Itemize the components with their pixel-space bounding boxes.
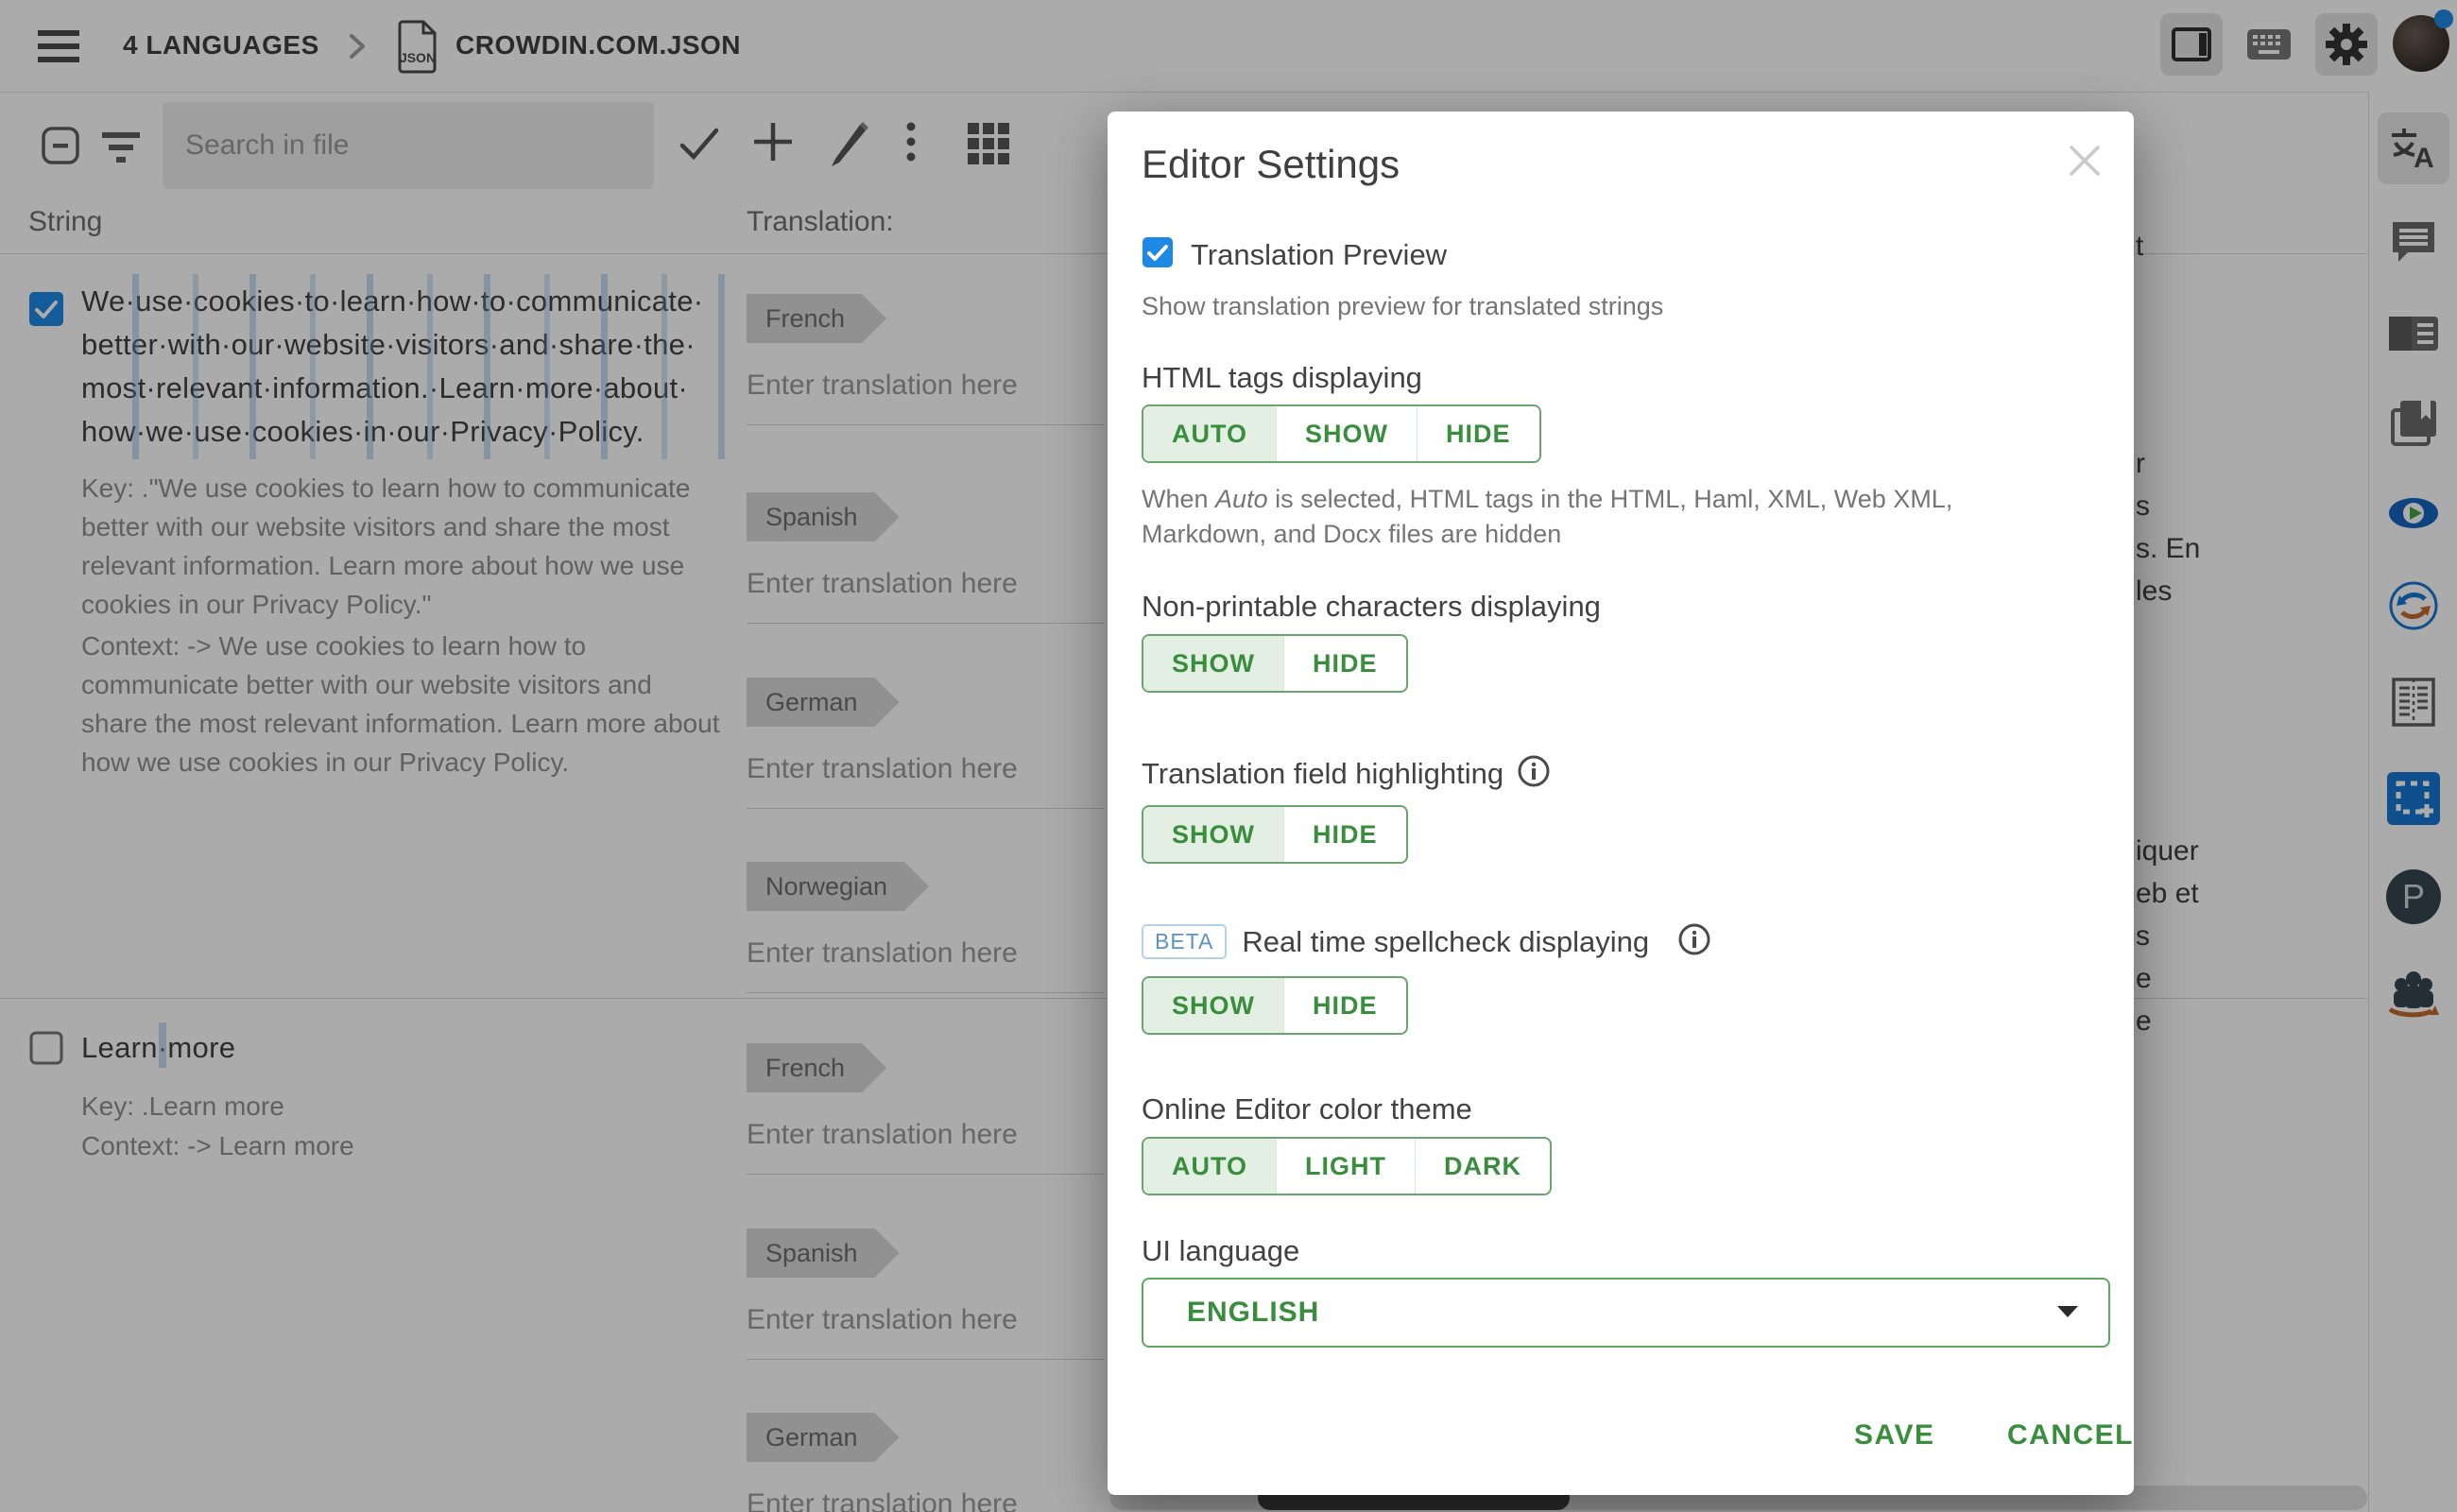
color-theme-segmented-control: AUTO LIGHT DARK	[1142, 1137, 1552, 1195]
segment-option[interactable]: HIDE	[1283, 636, 1406, 691]
beta-badge: BETA	[1142, 924, 1227, 959]
info-icon[interactable]	[1677, 922, 1711, 961]
translation-preview-sub: Show translation preview for translated …	[1142, 289, 1663, 324]
html-tags-description: When Auto is selected, HTML tags in the …	[1142, 482, 2068, 552]
segment-option[interactable]: HIDE	[1283, 807, 1406, 862]
segment-option[interactable]: SHOW	[1276, 406, 1417, 461]
field-highlighting-segmented-control: SHOW HIDE	[1142, 805, 1408, 864]
segment-option[interactable]: HIDE	[1417, 406, 1539, 461]
section-heading: Non-printable characters displaying	[1142, 590, 1601, 624]
modal-title: Editor Settings	[1142, 142, 1400, 187]
html-tags-segmented-control: AUTO SHOW HIDE	[1142, 404, 1541, 463]
section-heading: HTML tags displaying	[1142, 361, 1422, 395]
dropdown-caret-icon	[2055, 1302, 2108, 1324]
segment-option[interactable]: SHOW	[1143, 807, 1283, 862]
segment-option[interactable]: HIDE	[1283, 978, 1406, 1033]
segment-option[interactable]: LIGHT	[1276, 1139, 1415, 1194]
spellcheck-segmented-control: SHOW HIDE	[1142, 976, 1408, 1035]
ui-language-select[interactable]: ENGLISH	[1142, 1278, 2110, 1348]
editor-settings-modal: Editor Settings Translation Preview Show…	[1108, 112, 2134, 1495]
translation-preview-checkbox[interactable]	[1142, 236, 1174, 273]
close-icon[interactable]	[2064, 140, 2105, 186]
save-button[interactable]: SAVE	[1854, 1419, 1934, 1452]
translation-preview-label: Translation Preview	[1191, 238, 1447, 272]
segment-option[interactable]: AUTO	[1143, 406, 1276, 461]
segment-option[interactable]: AUTO	[1143, 1139, 1276, 1194]
section-heading: Online Editor color theme	[1142, 1092, 1472, 1126]
desc-text: When	[1142, 485, 1215, 513]
ui-language-value: ENGLISH	[1143, 1297, 2055, 1329]
segment-option[interactable]: SHOW	[1143, 636, 1283, 691]
non-printable-segmented-control: SHOW HIDE	[1142, 634, 1408, 693]
cancel-button[interactable]: CANCEL	[2007, 1419, 2134, 1452]
ui-language-label: UI language	[1142, 1234, 1299, 1268]
crowdin-editor: 4 LANGUAGES JSON CROWDIN.COM.JSON	[0, 0, 2457, 1512]
desc-italic: Auto	[1215, 485, 1268, 513]
section-heading: Translation field highlighting	[1142, 757, 1503, 791]
section-heading: Real time spellcheck displaying	[1242, 925, 1649, 959]
segment-option[interactable]: SHOW	[1143, 978, 1283, 1033]
info-icon[interactable]	[1517, 754, 1551, 793]
segment-option[interactable]: DARK	[1415, 1139, 1550, 1194]
